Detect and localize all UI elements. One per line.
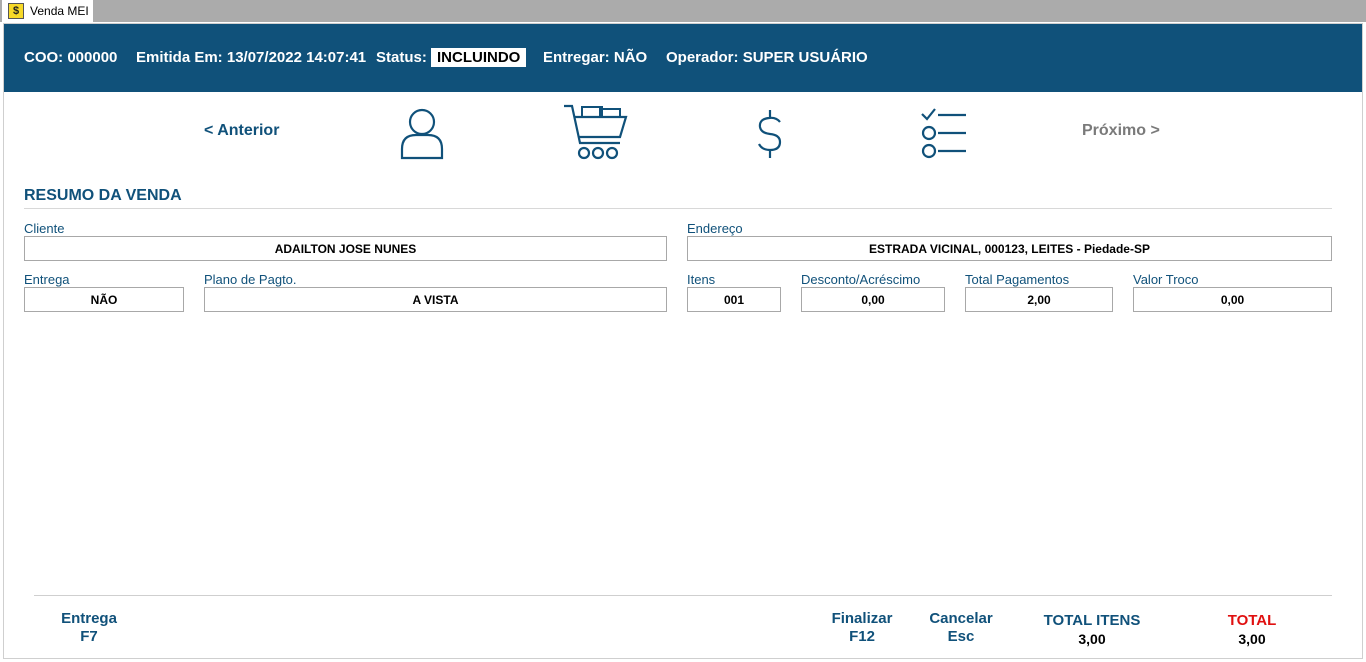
dollar-icon[interactable] xyxy=(754,108,786,160)
itens-field[interactable]: 001 xyxy=(687,287,781,312)
entrega-field[interactable]: NÃO xyxy=(24,287,184,312)
desconto-field[interactable]: 0,00 xyxy=(801,287,945,312)
entrega-label: Entrega xyxy=(24,272,70,287)
next-step-button[interactable]: Próximo > xyxy=(1082,122,1160,140)
finalizar-f12-button[interactable]: Finalizar F12 xyxy=(822,610,902,646)
emitida-info: Emitida Em: 13/07/2022 14:07:41 xyxy=(136,49,367,66)
valor-troco-field[interactable]: 0,00 xyxy=(1133,287,1332,312)
entrega-f7-button[interactable]: Entrega F7 xyxy=(50,610,128,646)
tab-title: Venda MEI xyxy=(30,4,89,18)
endereco-label: Endereço xyxy=(687,221,743,236)
shopping-cart-icon[interactable] xyxy=(562,103,630,163)
itens-label: Itens xyxy=(687,272,716,287)
total-itens: TOTAL ITENS 3,00 xyxy=(1043,612,1141,647)
endereco-field[interactable]: ESTRADA VICINAL, 000123, LEITES - Piedad… xyxy=(687,236,1332,261)
total-value: TOTAL 3,00 xyxy=(1227,612,1277,647)
entregar-info: Entregar: NÃO xyxy=(543,49,648,66)
user-icon[interactable] xyxy=(398,105,446,161)
checklist-icon[interactable] xyxy=(918,106,970,160)
cancelar-esc-button[interactable]: Cancelar Esc xyxy=(921,610,1001,646)
tab-venda-mei[interactable]: $ Venda MEI xyxy=(2,0,93,22)
desconto-label: Desconto/Acréscimo xyxy=(801,272,921,287)
section-divider xyxy=(24,208,1332,209)
cliente-field[interactable]: ADAILTON JOSE NUNES xyxy=(24,236,667,261)
status-badge: INCLUINDO xyxy=(431,48,527,67)
status-info: Status: INCLUINDO xyxy=(376,48,527,67)
app-icon: $ xyxy=(8,3,24,19)
coo-info: COO: 000000 xyxy=(24,49,118,66)
cliente-label: Cliente xyxy=(24,221,65,236)
total-pagamentos-field[interactable]: 2,00 xyxy=(965,287,1113,312)
sale-header: COO: 000000 Emitida Em: 13/07/2022 14:07… xyxy=(4,24,1362,92)
previous-step-button[interactable]: < Anterior xyxy=(204,122,279,140)
tab-bar: $ Venda MEI xyxy=(0,0,1366,22)
total-pagamentos-label: Total Pagamentos xyxy=(965,272,1070,287)
valor-troco-label: Valor Troco xyxy=(1133,272,1199,287)
operador-info: Operador: SUPER USUÁRIO xyxy=(666,49,868,66)
window-frame xyxy=(3,23,1363,659)
section-title: RESUMO DA VENDA xyxy=(24,187,182,204)
plano-field[interactable]: A VISTA xyxy=(204,287,667,312)
footer-divider xyxy=(34,595,1332,596)
plano-label: Plano de Pagto. xyxy=(204,272,297,287)
